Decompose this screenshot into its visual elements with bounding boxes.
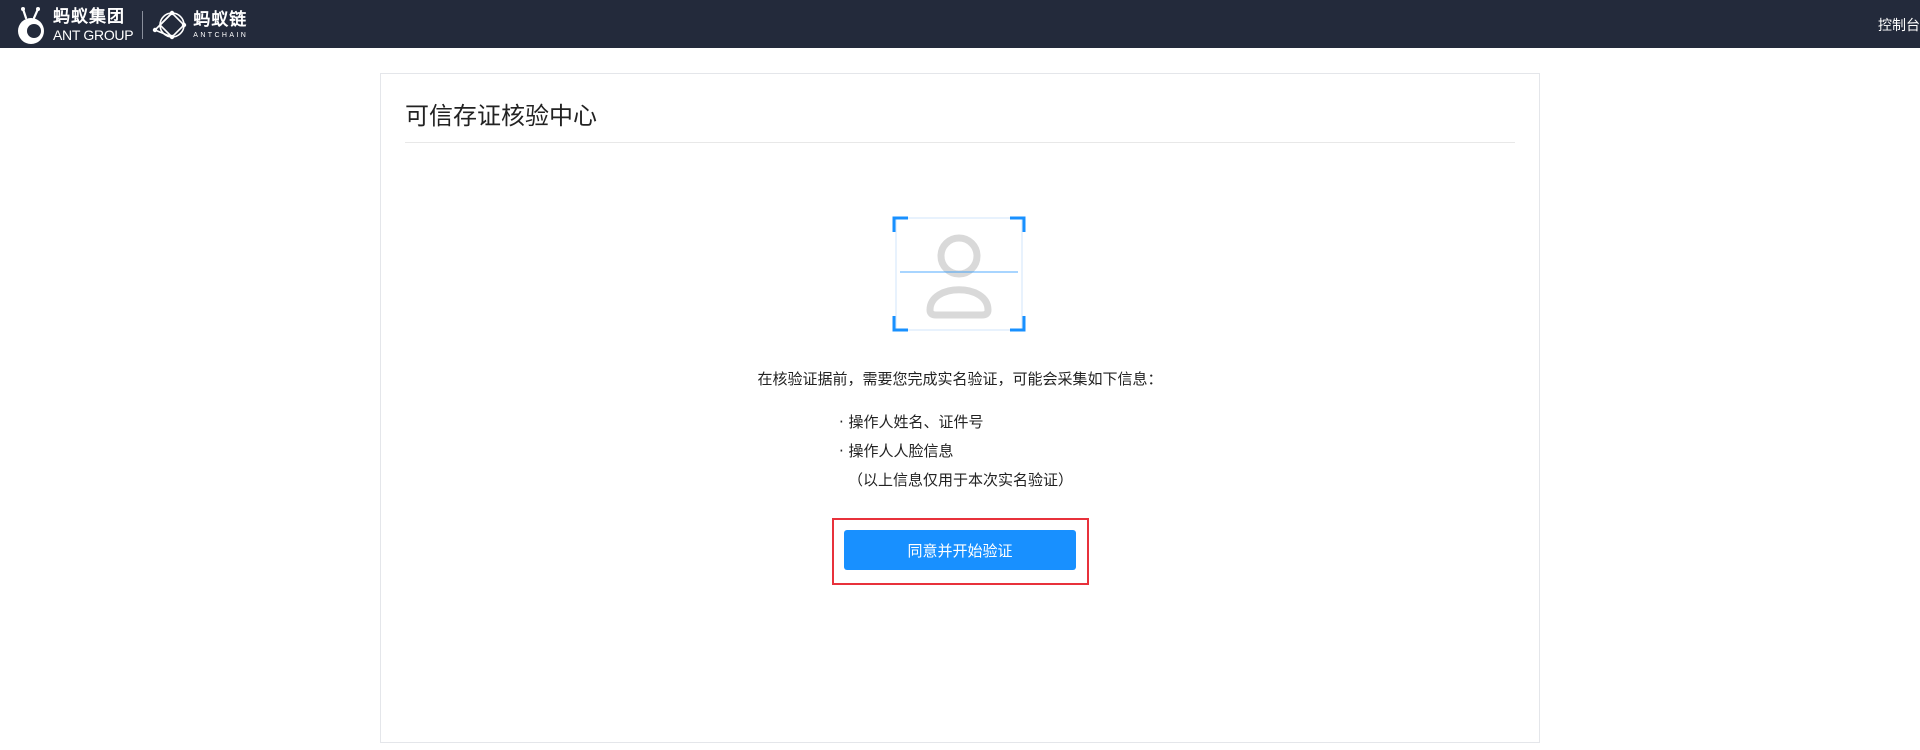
ant-group-name-en: ANT GROUP xyxy=(53,26,134,43)
usage-note: （以上信息仅用于本次实名验证） xyxy=(848,471,1074,489)
ant-group-wordmark: 蚂蚁集团 ANT GROUP xyxy=(53,6,134,43)
antchain-name-en: ANTCHAIN xyxy=(193,31,249,39)
antchain-wordmark: 蚂蚁链 ANTCHAIN xyxy=(193,9,249,39)
title-divider xyxy=(405,142,1515,143)
top-navigation-bar: 蚂蚁集团 ANT GROUP 蚂蚁链 ANTCHAIN 控制台 xyxy=(0,0,1920,48)
face-scan-icon xyxy=(892,216,1026,332)
antchain-name-cn: 蚂蚁链 xyxy=(193,9,248,30)
info-item-name-id: · 操作人姓名、证件号 xyxy=(839,413,984,431)
antchain-icon xyxy=(153,10,187,40)
ant-group-name-cn: 蚂蚁集团 xyxy=(53,6,125,27)
page-title: 可信存证核验中心 xyxy=(405,102,597,130)
console-link[interactable]: 控制台 xyxy=(1878,15,1920,35)
agree-and-start-button[interactable]: 同意并开始验证 xyxy=(844,530,1076,570)
info-item-face: · 操作人人脸信息 xyxy=(839,442,954,460)
brand-logos[interactable]: 蚂蚁集团 ANT GROUP 蚂蚁链 ANTCHAIN xyxy=(14,6,248,44)
ant-icon xyxy=(18,7,44,44)
verification-intro: 在核验证据前，需要您完成实名验证，可能会采集如下信息： xyxy=(757,370,1163,388)
brand-divider xyxy=(142,11,144,39)
verification-card: 可信存证核验中心 xyxy=(380,73,1540,743)
